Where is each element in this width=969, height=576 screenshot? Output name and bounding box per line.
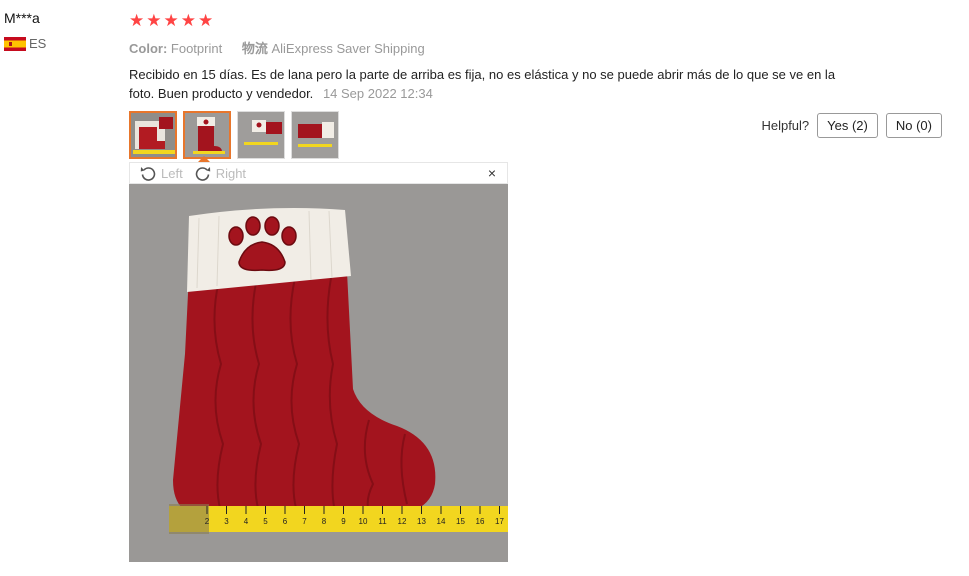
color-label: Color: (129, 41, 168, 56)
ruler-tick-label: 3 (224, 517, 229, 526)
ruler-tick-label: 12 (398, 517, 407, 526)
rotate-left-label: Left (161, 165, 183, 181)
ruler-tick-label: 9 (341, 517, 346, 526)
ruler-tick-label: 6 (283, 517, 288, 526)
ruler-tick-label: 4 (244, 517, 249, 526)
ruler-tick-label: 10 (359, 517, 368, 526)
ruler-tick-label: 13 (417, 517, 426, 526)
star-icon: ★ (146, 11, 162, 30)
review-meta: Color: Footprint 物流 AliExpress Saver Shi… (129, 38, 949, 57)
ruler-tick-label: 17 (495, 517, 504, 526)
star-icon: ★ (163, 11, 179, 30)
ruler-tick-label: 7 (302, 517, 307, 526)
reviewer-info: M***a ES (4, 10, 46, 51)
ruler-tick-label: 8 (322, 517, 327, 526)
shipping-label: 物流 (241, 41, 268, 56)
review-photo: 2 3 4 5 6 7 8 9 10 11 12 13 14 15 16 17 (129, 184, 508, 562)
thumbnail-image (238, 112, 284, 158)
viewer-toolbar: Left Right × (129, 162, 508, 184)
ruler-tick-label: 16 (476, 517, 485, 526)
ruler-tick-label: 5 (263, 517, 268, 526)
spain-flag-icon (4, 36, 26, 51)
star-icon: ★ (180, 11, 196, 30)
country-code: ES (29, 36, 47, 51)
color-value: Footprint (170, 41, 223, 56)
shipping-value: AliExpress Saver Shipping (271, 41, 425, 56)
ruler-tick-label: 2 (205, 517, 210, 526)
helpful-no-button[interactable]: No (0) (885, 113, 942, 138)
star-icon: ★ (198, 11, 214, 30)
ruler-tick-label: 14 (437, 517, 446, 526)
helpful-section: Helpful? Yes (2) No (0) (761, 113, 942, 138)
review-content: Recibido en 15 días. Es de lana pero la … (129, 67, 836, 101)
rotate-right-icon (195, 167, 210, 181)
thumbnail-image (131, 113, 175, 157)
reviewer-name: M***a (4, 10, 40, 26)
star-icon: ★ (129, 11, 145, 30)
helpful-yes-button[interactable]: Yes (2) (817, 113, 878, 138)
helpful-label: Helpful? (761, 118, 810, 133)
thumbnail-image (185, 113, 229, 157)
rotate-left-icon (140, 167, 156, 181)
photo-thumbnail[interactable] (183, 111, 231, 159)
star-rating: ★ ★ ★ ★ ★ (129, 12, 949, 29)
photo-thumbnail[interactable] (291, 111, 339, 159)
review-text: Recibido en 15 días. Es de lana pero la … (129, 65, 849, 103)
rotate-right-label: Right (215, 165, 247, 181)
close-icon[interactable]: × (488, 165, 496, 181)
photo-viewer: Left Right × 2 3 4 5 6 7 8 9 10 11 12 13… (129, 156, 508, 562)
ruler-tick-label: 11 (378, 517, 387, 526)
rotate-right-button[interactable]: Right (195, 165, 246, 181)
photo-thumbnail[interactable] (129, 111, 177, 159)
reviewer-country: ES (4, 36, 46, 51)
thumbnail-image (292, 112, 338, 158)
ruler-tick-label: 15 (456, 517, 465, 526)
review-date: 14 Sep 2022 12:34 (322, 86, 433, 101)
rotate-left-button[interactable]: Left (140, 165, 183, 181)
photo-thumbnail[interactable] (237, 111, 285, 159)
